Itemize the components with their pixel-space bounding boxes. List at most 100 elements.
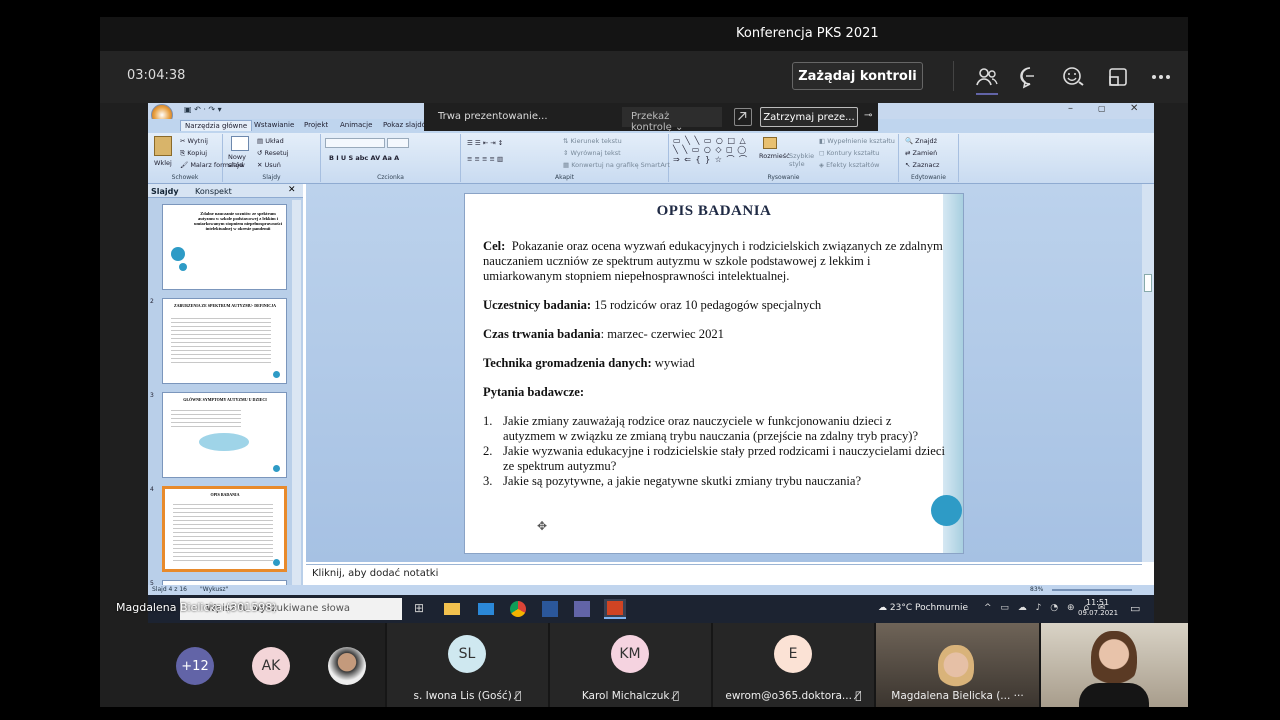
slide-thumbnail-3[interactable]: GŁÓWNE SYMPTOMY AUTYZMU U DZIECI — [162, 392, 287, 478]
tab-slideshow[interactable]: Pokaz slajdó — [383, 121, 426, 129]
theme-name: "Wykusz" — [200, 586, 229, 593]
text-direction-button[interactable]: ⇅ Kierunek tekstu — [563, 137, 622, 145]
chrome-icon[interactable] — [510, 601, 526, 617]
mic-off-icon: 🎙̸ — [672, 690, 680, 702]
close-icon[interactable]: ✕ — [1130, 103, 1138, 114]
participant-tile-e[interactable]: E ewrom@o365.doktora... 🎙̸ — [713, 623, 874, 707]
shape-effects-button[interactable]: ◈ Efekty kształtów — [819, 161, 879, 169]
video-self-body — [1079, 683, 1149, 707]
notifications-icon[interactable]: ▭ — [1130, 602, 1140, 615]
more-icon[interactable]: ··· — [1014, 690, 1024, 702]
word-icon[interactable] — [542, 601, 558, 617]
zoom-slider[interactable] — [1052, 589, 1132, 591]
group-paragraph: ☰ ☰ ⇤ ⇥ ↕ ≡ ≡ ≡ ≡ ▥ ⇅ Kierunek tekstu ⇕ … — [461, 134, 670, 182]
stop-presenting-button[interactable]: Zatrzymaj preze... — [760, 107, 858, 127]
question-2-text: Jakie wyzwania edukacyjne i rodzicielski… — [503, 444, 945, 473]
font-size-input[interactable] — [387, 138, 409, 148]
give-control-label: Przekaż kontrolę — [631, 111, 672, 133]
request-control-button[interactable]: Zażądaj kontroli — [792, 62, 923, 90]
give-control-button[interactable]: Przekaż kontrolę ⌄ — [622, 107, 722, 133]
presenter-name: Magdalena Bielicka (301598) — [116, 601, 277, 614]
find-button[interactable]: 🔍 Znajdź — [905, 137, 937, 145]
new-slide-icon — [231, 136, 249, 151]
avatar-ak[interactable]: AK — [252, 647, 290, 685]
pane-scrollbar[interactable] — [292, 200, 301, 594]
powerpoint-taskbar-button[interactable] — [604, 599, 626, 619]
shape-effects-label: Efekty kształtów — [826, 161, 880, 169]
duration-text: : marzec- czerwiec 2021 — [600, 327, 724, 341]
meeting-title: Konferencja PKS 2021 — [736, 26, 879, 41]
font-name-input[interactable] — [325, 138, 385, 148]
participants-text: 15 rodziców oraz 10 pedagogów specjalnyc… — [591, 298, 822, 312]
question-1-number: 1. — [483, 414, 493, 428]
list-buttons[interactable]: ☰ ☰ ⇤ ⇥ ↕ — [467, 139, 503, 147]
scroll-thumb[interactable] — [1144, 274, 1152, 292]
rooms-icon[interactable] — [1106, 65, 1130, 89]
question-2-number: 2. — [483, 444, 493, 458]
copy-button[interactable]: ⎘ Kopiuj — [180, 149, 207, 158]
thumb-circle-1 — [171, 247, 185, 261]
more-participants-button[interactable]: +12 — [176, 647, 214, 685]
paste-button[interactable]: Wklej — [154, 159, 172, 167]
select-button[interactable]: ↖ Zaznacz — [905, 161, 939, 169]
reset-button[interactable]: ↺ Resetuj — [257, 149, 289, 157]
tab-animations[interactable]: Animacje — [340, 121, 372, 129]
maximize-icon[interactable]: ▢ — [1098, 104, 1106, 113]
pop-out-icon[interactable] — [734, 108, 752, 126]
tab-design[interactable]: Projekt — [304, 121, 328, 129]
quick-access-icons[interactable]: ▣ ↶ · ↷ ▾ — [184, 105, 222, 114]
pane-close-icon[interactable]: ✕ — [288, 185, 296, 195]
participant-tile-sl[interactable]: SL s. Iwona Lis (Gość) 🎙̸ — [387, 623, 548, 707]
mail-icon[interactable] — [478, 603, 494, 615]
participant-tile-km[interactable]: KM Karol Michalczuk 🎙̸ — [550, 623, 711, 707]
people-icon[interactable] — [975, 65, 999, 89]
explorer-icon[interactable] — [444, 603, 460, 615]
align-text-button[interactable]: ⇕ Wyrównaj tekst — [563, 149, 621, 157]
font-style-buttons[interactable]: B I U S abc AV Aa A — [329, 154, 399, 162]
pin-icon[interactable]: ⊸ — [864, 110, 872, 121]
thumb-circle-small-1 — [179, 263, 187, 271]
teams-icon[interactable] — [574, 601, 590, 617]
slide-thumbnail-2[interactable]: ZABURZENIA ZE SPEKTRUM AUTYZMU- DEFINICJ… — [162, 298, 287, 384]
notes-pane[interactable]: Kliknij, aby dodać notatki — [306, 564, 1142, 584]
task-view-icon[interactable]: ⊞ — [414, 601, 424, 615]
group-label-paragraph: Akapit — [555, 174, 574, 181]
shape-fill-button[interactable]: ◧ Wypełnienie kształtu — [819, 137, 895, 145]
weather-widget[interactable]: ☁ 23°C Pochmurnie — [878, 603, 968, 613]
video-tile-magdalena[interactable]: Magdalena Bielicka (... ··· — [876, 623, 1039, 707]
more-options-icon[interactable] — [1149, 65, 1173, 89]
question-3-text: Jakie są pozytywne, a jakie negatywne sk… — [503, 474, 862, 488]
reactions-icon[interactable] — [1062, 65, 1086, 89]
layout-label: Układ — [265, 137, 284, 145]
layout-button[interactable]: ▤ Układ — [257, 137, 284, 145]
delete-button[interactable]: ✕ Usuń — [257, 161, 281, 169]
shape-outline-button[interactable]: ◻ Kontury kształtu — [819, 149, 879, 157]
ppt-statusbar: Slajd 4 z 16 "Wykusz" 83% — [148, 585, 1154, 595]
arrange-button[interactable]: Rozmieść — [759, 152, 790, 160]
technique-label: Technika gromadzenia danych: — [483, 356, 652, 370]
video-tile-self[interactable] — [1041, 623, 1188, 707]
new-slide-button[interactable]: Nowy slajd — [228, 153, 252, 169]
thumb-diagram-3 — [199, 433, 249, 451]
slide-thumbnail-1[interactable]: Zdalne nauczanie uczniów ze spektrum aut… — [162, 204, 287, 290]
shapes-gallery[interactable]: ▭ ╲ ╲ ▭ ○ □ △ ╲ ╲ ▭ ○ ◇ ◻ ◯ ⇒ ⇐ { } ☆ ⌒ ⌒ — [673, 136, 748, 165]
smartart-button[interactable]: ▦ Konwertuj na grafikę SmartArt — [563, 161, 670, 169]
question-3: 3. Jakie są pozytywne, a jakie negatywne … — [483, 474, 945, 489]
group-label-clipboard: Schowek — [171, 174, 199, 181]
tab-home[interactable]: Narzędzia główne — [180, 120, 253, 131]
cut-button[interactable]: ✂ Wytnij — [180, 137, 208, 145]
tab-slides[interactable]: Slajdy — [151, 187, 179, 196]
minimize-icon[interactable]: – — [1068, 103, 1073, 114]
slide-thumbnail-4[interactable]: OPIS BADANIA — [162, 486, 287, 572]
quick-styles-button[interactable]: Szybkie style — [789, 152, 815, 168]
replace-label: Zamień — [912, 149, 938, 157]
editor-scrollbar[interactable] — [1142, 184, 1154, 562]
avatar-photo[interactable] — [328, 647, 366, 685]
replace-button[interactable]: ⇄ Zamień — [905, 149, 937, 157]
tab-outline[interactable]: Konspekt — [195, 187, 232, 196]
participant-name-km-text: Karol Michalczuk — [581, 690, 670, 702]
tab-insert[interactable]: Wstawianie — [254, 121, 294, 129]
mic-off-icon: 🎙̸ — [855, 690, 862, 702]
align-buttons[interactable]: ≡ ≡ ≡ ≡ ▥ — [467, 155, 503, 163]
chat-icon[interactable] — [1018, 65, 1042, 89]
